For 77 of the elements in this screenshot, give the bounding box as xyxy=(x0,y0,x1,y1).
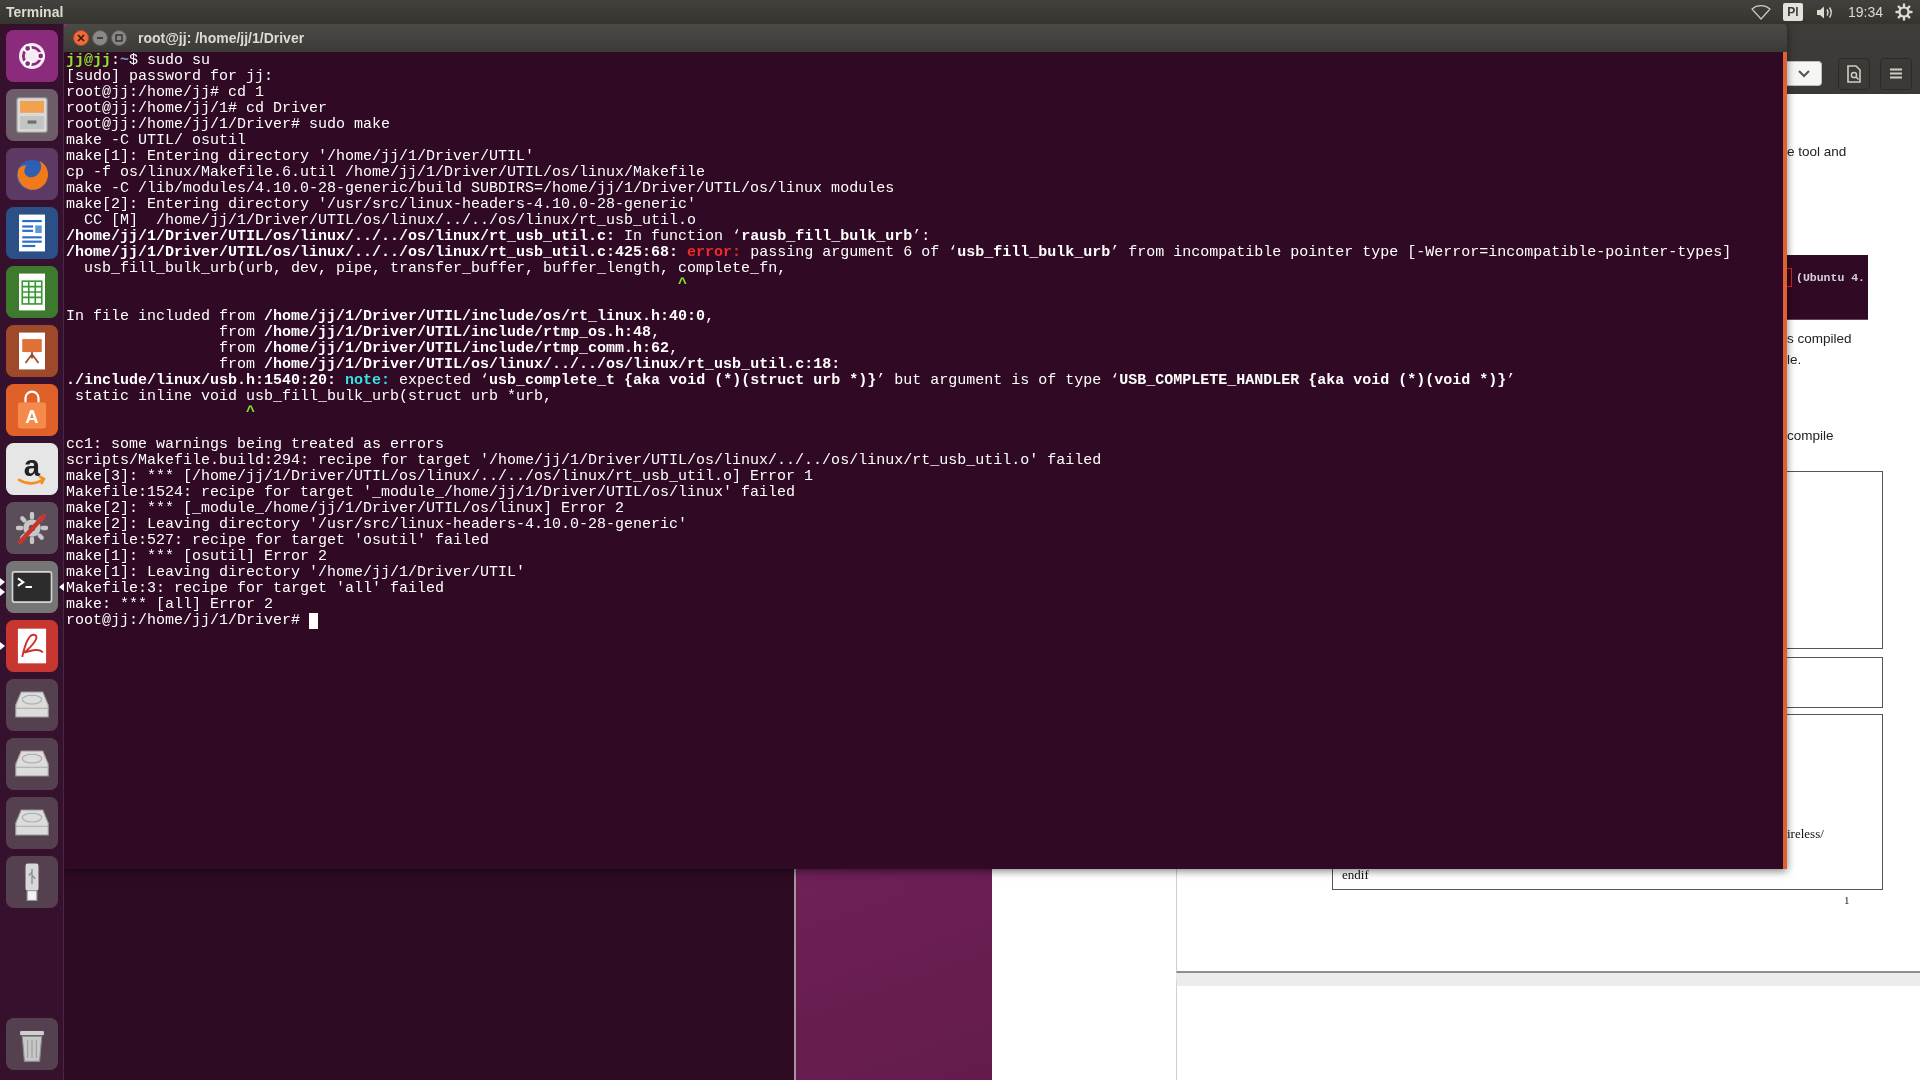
page-number: 1 xyxy=(1844,893,1850,908)
terminal-line: ^ xyxy=(246,405,256,421)
terminal-line: [sudo] password for jj: xyxy=(66,69,274,85)
gear-icon[interactable] xyxy=(1895,3,1913,21)
window-title: root@jj: /home/jj/1/Driver xyxy=(138,30,305,46)
usb-drive-icon[interactable] xyxy=(5,856,58,908)
spreadsheet-icon[interactable] xyxy=(5,266,58,318)
terminal-line: make: *** [all] Error 2 xyxy=(66,597,274,613)
presentation-icon[interactable] xyxy=(5,325,58,377)
terminal-line: make[2]: Leaving directory '/usr/src/linux-headers-4.10.0-28-generic' xyxy=(66,517,688,533)
app-title: Terminal xyxy=(6,4,64,20)
volume-icon[interactable] xyxy=(1815,4,1834,20)
terminal-line: Makefile:3: recipe for target 'all' failed xyxy=(66,581,445,597)
keyboard-layout-button[interactable]: Pl xyxy=(1782,3,1803,21)
close-icon xyxy=(77,34,85,42)
wifi-icon[interactable] xyxy=(1750,4,1771,20)
terminal-line: /home/jj/1/Driver/UTIL/os/linux/../../os/linux/rt_usb_util.c: In function ‘rausb_fill_bulk_urb’: xyxy=(66,229,931,245)
hard-drive-icon[interactable] xyxy=(5,797,58,849)
terminal-line: make -C UTIL/ osutil xyxy=(66,133,247,149)
close-button[interactable] xyxy=(73,30,89,46)
trash-icon[interactable] xyxy=(5,1018,58,1070)
page-text: compile xyxy=(1787,427,1834,445)
page-text: le. xyxy=(1787,351,1802,369)
letter-a-smile-icon[interactable]: a xyxy=(5,443,58,495)
page-text: e tool and xyxy=(1787,143,1847,161)
terminal-line: from /home/jj/1/Driver/UTIL/include/rtmp_comm.h:62, xyxy=(219,341,679,357)
minimize-icon xyxy=(96,34,104,42)
terminal-line: CC [M] /home/jj/1/Driver/UTIL/os/linux/../../os/linux/rt_usb_util.o xyxy=(84,213,697,229)
maximize-icon xyxy=(115,34,123,42)
terminal-line: make[1]: Leaving directory '/home/jj/1/Driver/UTIL' xyxy=(66,565,526,581)
terminal-line: In file included from /home/jj/1/Driver/UTIL/include/os/rt_linux.h:40:0, xyxy=(66,309,715,325)
terminal-line: jj@jj:~$ sudo su xyxy=(66,53,211,69)
document-swirl-icon[interactable] xyxy=(5,620,58,672)
dropdown-button[interactable] xyxy=(1787,61,1822,86)
terminal-line: root@jj:/home/jj/1# cd Driver xyxy=(66,101,328,117)
hard-drive-icon[interactable] xyxy=(5,738,58,790)
file-cabinet-icon[interactable] xyxy=(5,89,58,141)
terminal-line: from /home/jj/1/Driver/UTIL/os/linux/../../os/linux/rt_usb_util.c:18: xyxy=(219,357,841,373)
terminal-line: make -C /lib/modules/4.10.0-28-generic/build SUBDIRS=/home/jj/1/Driver/UTIL/os/linux modules xyxy=(66,181,895,197)
screenshot-text: (Ubuntu 4. xyxy=(1796,270,1865,286)
code-text: endif xyxy=(1342,866,1369,884)
fox-globe-icon[interactable] xyxy=(5,148,58,200)
text-document-icon[interactable] xyxy=(5,207,58,259)
terminal-line: usb_fill_bulk_urb(urb, dev, pipe, transfer_buffer, buffer_length, complete_fn, xyxy=(84,261,787,277)
menu-icon xyxy=(1890,68,1902,79)
terminal-line: cp -f os/linux/Makefile.6.util /home/jj/1/Driver/UTIL/os/linux/Makefile xyxy=(66,165,706,181)
chevron-down-icon xyxy=(1798,69,1810,78)
terminal-line: static inline void usb_fill_bulk_urb(struct urb *urb, xyxy=(75,389,553,405)
terminal-line: root@jj:/home/jj/1/Driver# xyxy=(66,613,301,629)
terminal-line: make[1]: *** [osutil] Error 2 xyxy=(66,549,328,565)
terminal-line: root@jj:/home/jj# cd 1 xyxy=(66,85,265,101)
page-text: s compiled xyxy=(1787,330,1852,348)
terminal-line: ^ xyxy=(678,277,688,293)
page-view-button[interactable] xyxy=(1838,57,1870,90)
hard-drive-icon[interactable] xyxy=(5,679,58,731)
terminal-line: Makefile:1524: recipe for target '_module_/home/jj/1/Driver/UTIL/os/linux' failed xyxy=(66,485,796,501)
terminal-line: Makefile:527: recipe for target 'osutil' failed xyxy=(66,533,490,549)
menu-button[interactable] xyxy=(1880,57,1912,90)
minimize-button[interactable] xyxy=(92,30,108,46)
terminal-line: from /home/jj/1/Driver/UTIL/include/rtmp_os.h:48, xyxy=(219,325,661,341)
code-text: ireless/ xyxy=(1787,825,1824,843)
terminal-line: scripts/Makefile.build:294: recipe for target '/home/jj/1/Driver/UTIL/os/linux/../../os/linux/rt_usb_util.o' failed xyxy=(66,453,1102,469)
terminal-line: /home/jj/1/Driver/UTIL/os/linux/../../os/linux/rt_usb_util.c:425:68: error: passing argument 6 of ‘usb_fill_bulk_urb’ from incompatible pointer type [-Werror=incompatible-pointer-types] xyxy=(66,245,1732,261)
terminal-line: root@jj:/home/jj/1/Driver# sudo make xyxy=(66,117,391,133)
maximize-button[interactable] xyxy=(111,30,127,46)
terminal-line: make[2]: *** [_module_/home/jj/1/Driver/UTIL/os/linux] Error 2 xyxy=(66,501,625,517)
terminal-line: make[1]: Entering directory '/home/jj/1/Driver/UTIL' xyxy=(66,149,535,165)
ring-logo-icon[interactable] xyxy=(5,30,58,82)
clock[interactable]: 19:34 xyxy=(1847,4,1883,20)
terminal-line: cc1: some warnings being treated as errors xyxy=(66,437,445,453)
document-icon xyxy=(1847,64,1861,83)
terminal-line: ./include/linux/usb.h:1540:20: note: expected ‘usb_complete_t {aka void (*)(struct urb *)}’ but argument is of type ‘USB_COMPLETE_HANDLER {aka void (*)(void *)}’ xyxy=(66,373,1516,389)
scrollbar[interactable] xyxy=(1783,52,1787,869)
terminal-icon[interactable] xyxy=(5,561,58,613)
terminal-line: make[3]: *** [/home/jj/1/Driver/UTIL/os/linux/../../os/linux/rt_usb_util.o] Error 1 xyxy=(66,469,814,485)
gear-wrench-icon[interactable] xyxy=(5,502,58,554)
terminal-line: make[2]: Entering directory '/usr/src/linux-headers-4.10.0-28-generic' xyxy=(66,197,697,213)
